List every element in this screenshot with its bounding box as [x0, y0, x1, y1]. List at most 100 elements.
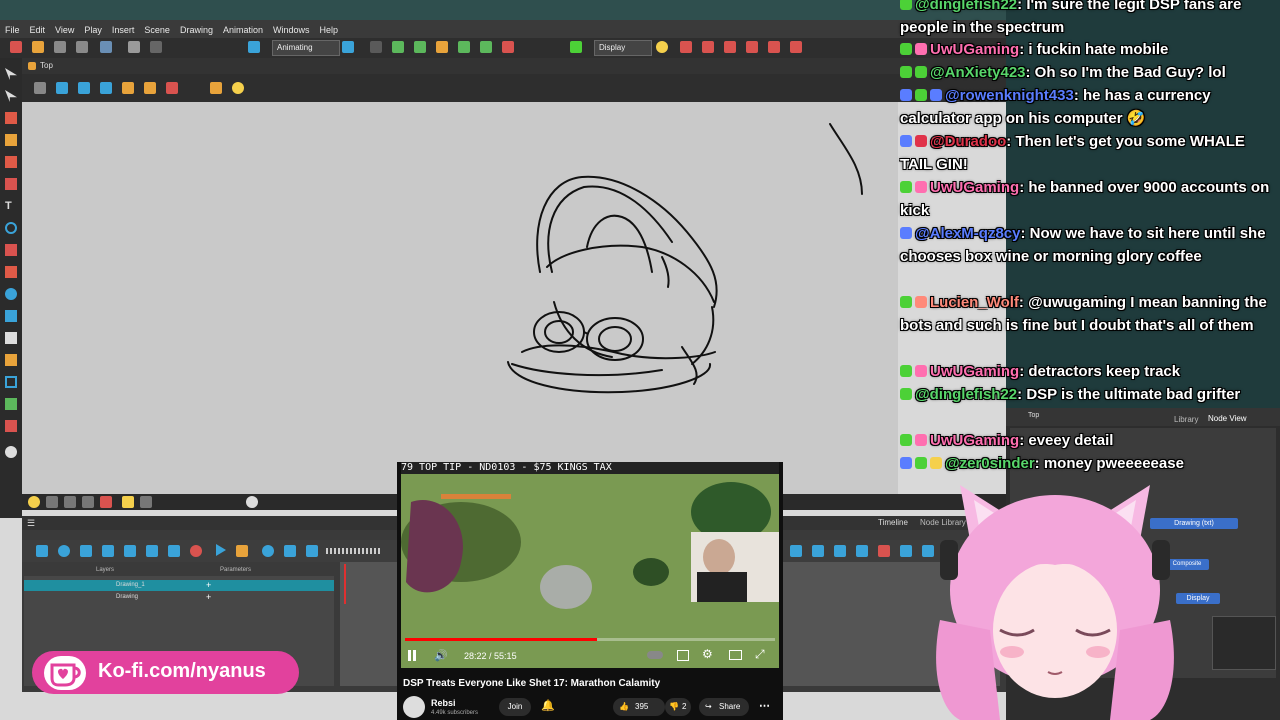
- tl-scrub-icon[interactable]: [306, 545, 318, 557]
- display-select[interactable]: Display: [594, 40, 652, 56]
- open-folder-icon[interactable]: [32, 41, 44, 53]
- grid-view-icon[interactable]: [34, 82, 46, 94]
- light-table-icon[interactable]: [210, 82, 222, 94]
- pause-icon[interactable]: [408, 650, 411, 661]
- status-gear-icon[interactable]: [246, 496, 258, 508]
- select-frame-icon[interactable]: [436, 41, 448, 53]
- channel-avatar[interactable]: [403, 696, 425, 718]
- tl-refresh-icon[interactable]: [262, 545, 274, 557]
- scale-icon[interactable]: [480, 41, 492, 53]
- hand-tool-icon[interactable]: [5, 332, 17, 344]
- bone-tool-icon[interactable]: [5, 354, 17, 366]
- brush-active-icon[interactable]: [570, 41, 582, 53]
- brush-tool-icon[interactable]: [5, 112, 17, 124]
- tl-key-icon[interactable]: [124, 545, 136, 557]
- tl-right-tool-6-icon[interactable]: [900, 545, 912, 557]
- add-keyframe-icon[interactable]: +: [206, 580, 211, 591]
- dislike-button[interactable]: 👎 2: [665, 698, 691, 716]
- view-tab-top[interactable]: Top: [40, 61, 53, 70]
- menu-help[interactable]: Help: [315, 21, 344, 39]
- tl-speed-slider[interactable]: [326, 548, 380, 554]
- transform-icon[interactable]: [392, 41, 404, 53]
- playhead[interactable]: [344, 564, 346, 604]
- color-swatch-icon[interactable]: [5, 420, 17, 432]
- status-record-icon[interactable]: [100, 496, 112, 508]
- timeline-tab[interactable]: Timeline: [878, 518, 908, 527]
- onion-skin-5-icon[interactable]: [768, 41, 780, 53]
- rotate-icon[interactable]: [458, 41, 470, 53]
- onion-skin-4-icon[interactable]: [746, 41, 758, 53]
- line-tool-icon[interactable]: [5, 266, 17, 278]
- tl-right-tool-4-icon[interactable]: [856, 545, 868, 557]
- move-icon[interactable]: [414, 41, 426, 53]
- flip-icon[interactable]: [78, 82, 90, 94]
- light-bulb-icon[interactable]: [656, 41, 668, 53]
- menu-animation[interactable]: Animation: [218, 21, 268, 39]
- onion-skin-1-icon[interactable]: [680, 41, 692, 53]
- video-title[interactable]: DSP Treats Everyone Like Shet 17: Marath…: [403, 678, 783, 689]
- tl-expand-icon[interactable]: [80, 545, 92, 557]
- status-zoom-icon[interactable]: [140, 496, 152, 508]
- rotate-view-icon[interactable]: [100, 82, 112, 94]
- contour-tool-icon[interactable]: [5, 90, 17, 102]
- pencil-props-icon[interactable]: [166, 82, 178, 94]
- redo-icon[interactable]: [150, 41, 162, 53]
- list-icon[interactable]: [342, 41, 354, 53]
- thumbs-up-icon[interactable]: 👍: [619, 698, 629, 716]
- fullscreen-icon[interactable]: ⤢: [755, 647, 765, 662]
- menu-file[interactable]: File: [0, 21, 25, 39]
- tl-loop-icon[interactable]: [168, 545, 180, 557]
- paint-tool-icon[interactable]: [5, 178, 17, 190]
- tl-ease-icon[interactable]: [146, 545, 158, 557]
- settings-icon[interactable]: ⚙: [702, 647, 713, 661]
- onion-skin-3-icon[interactable]: [724, 41, 736, 53]
- onion-skin-6-icon[interactable]: [790, 41, 802, 53]
- save-as-icon[interactable]: [76, 41, 88, 53]
- tl-sound-icon[interactable]: [284, 545, 296, 557]
- render-icon[interactable]: [248, 41, 260, 53]
- share-button[interactable]: ↪ Share: [699, 698, 749, 716]
- tl-play-icon[interactable]: [216, 544, 226, 556]
- status-grid-icon[interactable]: [64, 496, 76, 508]
- channel-name[interactable]: Rebsi: [431, 698, 456, 708]
- tl-stop-icon[interactable]: [236, 545, 248, 557]
- tool-props-icon[interactable]: [144, 82, 156, 94]
- tl-curve-icon[interactable]: [102, 545, 114, 557]
- status-frame-icon[interactable]: [46, 496, 58, 508]
- tl-target-icon[interactable]: [58, 545, 70, 557]
- settings-gear-icon[interactable]: [5, 446, 17, 458]
- captions-icon[interactable]: [677, 650, 689, 661]
- dropper-tool-icon[interactable]: [5, 288, 17, 300]
- tl-right-tool-3-icon[interactable]: [834, 545, 846, 557]
- lock-icon[interactable]: [122, 82, 134, 94]
- menu-drawing[interactable]: Drawing: [175, 21, 218, 39]
- node-display[interactable]: Display: [1176, 593, 1220, 604]
- bell-icon[interactable]: 🔔: [541, 699, 555, 712]
- volume-icon[interactable]: 🔊: [434, 649, 448, 662]
- text-tool-icon[interactable]: T: [5, 200, 17, 212]
- node-navigator[interactable]: [1212, 616, 1276, 670]
- camera-icon[interactable]: [56, 82, 68, 94]
- menu-view[interactable]: View: [50, 21, 79, 39]
- drawing-canvas[interactable]: [22, 102, 898, 494]
- bulb-icon[interactable]: [232, 82, 244, 94]
- eraser-tool-icon[interactable]: [5, 156, 17, 168]
- more-options-icon[interactable]: ⋯: [759, 699, 770, 712]
- autoplay-toggle[interactable]: [647, 651, 663, 659]
- stamp-tool-icon[interactable]: [5, 310, 17, 322]
- tl-right-tool-1-icon[interactable]: [790, 545, 802, 557]
- save-icon[interactable]: [54, 41, 66, 53]
- status-bulb-icon[interactable]: [28, 496, 40, 508]
- panel-menu-icon[interactable]: ☰: [27, 518, 35, 529]
- menu-scene[interactable]: Scene: [139, 21, 175, 39]
- layer-row-drawing-1[interactable]: Drawing_1 +: [24, 580, 334, 591]
- pencil-tool-icon[interactable]: [5, 134, 17, 146]
- tl-right-tool-5-icon[interactable]: [878, 545, 890, 557]
- undo-icon[interactable]: [128, 41, 140, 53]
- add-keyframe-icon[interactable]: +: [206, 592, 211, 603]
- tl-record-icon[interactable]: [190, 545, 202, 557]
- tl-right-tool-2-icon[interactable]: [812, 545, 824, 557]
- transform-tool-icon[interactable]: [5, 398, 17, 410]
- select-tool-icon[interactable]: [5, 68, 17, 80]
- status-flash-icon[interactable]: [122, 496, 134, 508]
